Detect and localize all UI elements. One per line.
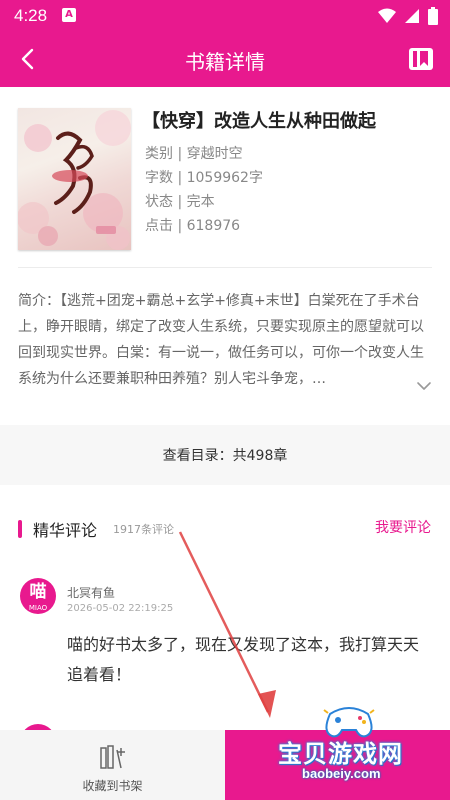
reviews-count: 1917条评论 bbox=[113, 523, 174, 536]
page-title: 书籍详情 bbox=[185, 50, 265, 74]
section-accent-bar bbox=[18, 520, 22, 538]
add-to-shelf-label: 收藏到书架 bbox=[82, 779, 143, 793]
chevron-down-icon bbox=[417, 382, 431, 390]
bookshelf-button[interactable] bbox=[408, 46, 434, 72]
watermark-url: baobeiy.com bbox=[302, 766, 381, 781]
review-text: 喵的好书太多了，现在又发现了这本，我打算天天追着看！ bbox=[67, 635, 420, 684]
book-cover[interactable] bbox=[18, 108, 131, 250]
book-category: 类别 | 穿越时空 bbox=[145, 146, 243, 162]
expand-synopsis-button[interactable] bbox=[414, 378, 434, 394]
gamepad-icon bbox=[323, 707, 375, 738]
book-info-section: 【快穿】改造人生从种田做起 类别 | 穿越时空 字数 | 1059962字 状态… bbox=[0, 87, 450, 267]
watermark: 宝贝游戏网 baobeiy.com bbox=[270, 698, 445, 790]
book-clicks: 点击 | 618976 bbox=[145, 218, 241, 234]
battery-icon bbox=[428, 7, 438, 25]
review-username[interactable]: 北冥有鱼 bbox=[67, 584, 115, 601]
app-header: 书籍详情 bbox=[0, 32, 450, 87]
review-timestamp: 2026-05-02 22:19:25 bbox=[67, 603, 174, 614]
book-title: 【快穿】改造人生从种田做起 bbox=[142, 111, 376, 132]
avatar-char: 喵 bbox=[29, 582, 47, 602]
status-time: 4:28 bbox=[14, 6, 48, 25]
write-review-button[interactable]: 我要评论 bbox=[375, 517, 431, 537]
catalog-link[interactable]: 查看目录：共498章 bbox=[0, 425, 450, 485]
wifi-icon bbox=[378, 8, 396, 23]
status-bar: 4:28 A bbox=[0, 0, 450, 32]
signal-icon bbox=[405, 9, 419, 23]
bookshelf-icon bbox=[409, 48, 433, 70]
status-icons bbox=[378, 6, 438, 26]
book-status: 状态 | 完本 bbox=[145, 194, 215, 210]
book-word-count: 字数 | 1059962字 bbox=[145, 170, 263, 186]
cover-art bbox=[18, 110, 131, 250]
divider bbox=[18, 267, 432, 268]
book-synopsis: 简介：【逃荒+团宠+霸总+玄学+修真+末世】白棠死在了手术台上，睁开眼睛，绑定了… bbox=[18, 293, 424, 387]
app-notification-icon: A bbox=[62, 8, 76, 22]
add-to-shelf-button[interactable]: 收藏到书架 bbox=[0, 730, 225, 800]
add-to-shelf-icon bbox=[100, 745, 125, 769]
catalog-label: 查看目录：共498章 bbox=[162, 448, 288, 464]
avatar[interactable]: 喵 MIAO bbox=[20, 578, 56, 614]
watermark-text: 宝贝游戏网 bbox=[278, 740, 403, 768]
reviews-title: 精华评论 bbox=[33, 521, 98, 540]
